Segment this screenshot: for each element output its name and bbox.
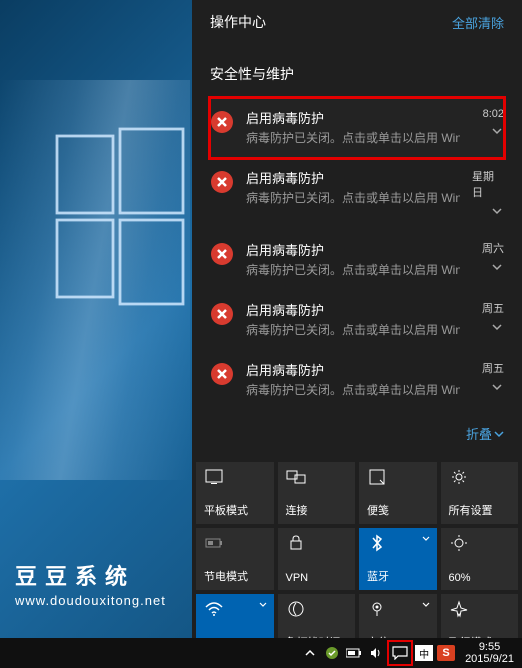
collapse-button[interactable]: 折叠 [466, 427, 504, 442]
chevron-down-icon[interactable] [490, 320, 504, 334]
vpn-icon [286, 534, 306, 552]
location-icon [367, 600, 387, 618]
notification-body: 启用病毒防护病毒防护已关闭。点击或单击以启用 Win [246, 300, 460, 338]
notification-title: 启用病毒防护 [246, 168, 460, 187]
chevron-down-icon[interactable] [490, 124, 504, 138]
wifi-icon [204, 600, 224, 618]
chevron-down-icon [421, 534, 431, 544]
notification-item[interactable]: 启用病毒防护病毒防护已关闭。点击或单击以启用 Win 周六 [210, 230, 504, 290]
notification-item[interactable]: 启用病毒防护病毒防护已关闭。点击或单击以启用 Win 8:02 [210, 98, 504, 158]
notification-body: 启用病毒防护病毒防护已关闭。点击或单击以启用 Win [246, 168, 460, 206]
notification-time: 星期日 [472, 168, 504, 200]
notification-time: 周六 [482, 240, 504, 256]
error-icon [210, 362, 234, 386]
notification-desc: 病毒防护已关闭。点击或单击以启用 Win [246, 381, 460, 398]
quick-action-label: 便笺 [367, 502, 429, 518]
notification-title: 启用病毒防护 [246, 360, 460, 379]
tray-security-icon[interactable] [323, 644, 341, 662]
chevron-down-icon[interactable] [490, 260, 504, 274]
tray-sogou-icon[interactable]: S [437, 645, 455, 661]
notification-title: 启用病毒防护 [246, 108, 460, 127]
notification-time: 周五 [482, 300, 504, 316]
security-section: 安全性与维护 启用病毒防护病毒防护已关闭。点击或单击以启用 Win8:02启用病… [192, 44, 522, 410]
brightness-icon [449, 534, 469, 552]
chevron-down-icon [421, 600, 431, 610]
notification-meta: 周五 [472, 360, 504, 394]
settings-icon [449, 468, 469, 486]
watermark: 豆豆系统 www.doudouxitong.net [15, 559, 166, 608]
collapse-row: 折叠 [192, 410, 522, 462]
tray-ime-indicator[interactable]: 中 [415, 645, 433, 661]
chevron-down-icon [494, 429, 504, 439]
notification-item[interactable]: 启用病毒防护病毒防护已关闭。点击或单击以启用 Win 周五 [210, 350, 504, 410]
clock-date: 2015/9/21 [465, 653, 514, 665]
chevron-down-icon[interactable] [490, 204, 504, 218]
quick-action-label: VPN [286, 572, 348, 584]
quick-action-battery[interactable]: 节电模式 [196, 528, 274, 590]
notification-item[interactable]: 启用病毒防护病毒防护已关闭。点击或单击以启用 Win 周五 [210, 290, 504, 350]
notification-meta: 周五 [472, 300, 504, 334]
note-icon [367, 468, 387, 486]
notification-item[interactable]: 启用病毒防护病毒防护已关闭。点击或单击以启用 Win 星期日 [210, 158, 504, 230]
section-title: 安全性与维护 [210, 44, 504, 98]
quick-action-bluetooth[interactable]: 蓝牙 [359, 528, 437, 590]
chevron-down-icon[interactable] [490, 380, 504, 394]
error-icon [210, 242, 234, 266]
notification-desc: 病毒防护已关闭。点击或单击以启用 Win [246, 129, 460, 146]
quiet-icon [286, 600, 306, 618]
notification-time: 周五 [482, 360, 504, 376]
notification-desc: 病毒防护已关闭。点击或单击以启用 Win [246, 321, 460, 338]
airplane-icon [449, 600, 469, 618]
bluetooth-icon [367, 534, 387, 552]
tablet-icon [204, 468, 224, 486]
system-tray: 中 S 9:55 2015/9/21 [301, 641, 522, 665]
quick-action-connect[interactable]: 连接 [278, 462, 356, 524]
quick-action-label: 连接 [286, 502, 348, 518]
notification-time: 8:02 [483, 108, 504, 120]
action-center-panel: 操作中心 全部清除 安全性与维护 启用病毒防护病毒防护已关闭。点击或单击以启用 … [192, 0, 522, 638]
notification-title: 启用病毒防护 [246, 300, 460, 319]
watermark-title: 豆豆系统 [15, 559, 166, 591]
quick-action-brightness[interactable]: 60% [441, 528, 519, 590]
error-icon [210, 110, 234, 134]
quick-action-settings[interactable]: 所有设置 [441, 462, 519, 524]
clear-all-button[interactable]: 全部清除 [452, 13, 504, 32]
watermark-url: www.doudouxitong.net [15, 593, 166, 608]
chevron-down-icon [258, 600, 268, 610]
quick-action-label: 所有设置 [449, 502, 511, 518]
error-icon [210, 170, 234, 194]
notification-meta: 星期日 [472, 168, 504, 218]
quick-action-note[interactable]: 便笺 [359, 462, 437, 524]
notification-list: 启用病毒防护病毒防护已关闭。点击或单击以启用 Win8:02启用病毒防护病毒防护… [210, 98, 504, 410]
quick-action-label: 60% [449, 572, 511, 584]
quick-action-label: 平板模式 [204, 502, 266, 518]
notification-body: 启用病毒防护病毒防护已关闭。点击或单击以启用 Win [246, 360, 460, 398]
notification-meta: 周六 [472, 240, 504, 274]
notification-meta: 8:02 [472, 108, 504, 138]
tray-volume-icon[interactable] [367, 644, 385, 662]
notification-body: 启用病毒防护病毒防护已关闭。点击或单击以启用 Win [246, 240, 460, 278]
notification-title: 启用病毒防护 [246, 240, 460, 259]
battery-icon [204, 534, 224, 552]
action-center-header: 操作中心 全部清除 [192, 0, 522, 44]
notification-desc: 病毒防护已关闭。点击或单击以启用 Win [246, 261, 460, 278]
connect-icon [286, 468, 306, 486]
quick-action-label: 蓝牙 [367, 568, 429, 584]
quick-action-label: 节电模式 [204, 568, 266, 584]
quick-actions-grid: 平板模式连接便笺所有设置节电模式VPN蓝牙60%免打扰时间定位飞行模式 [192, 462, 522, 660]
wallpaper-windows-logo [50, 120, 190, 320]
quick-action-vpn[interactable]: VPN [278, 528, 356, 590]
tray-battery-icon[interactable] [345, 644, 363, 662]
quick-action-tablet[interactable]: 平板模式 [196, 462, 274, 524]
notification-desc: 病毒防护已关闭。点击或单击以启用 Win [246, 189, 460, 206]
notification-body: 启用病毒防护病毒防护已关闭。点击或单击以启用 Win [246, 108, 460, 146]
tray-chevron-up-icon[interactable] [301, 644, 319, 662]
tray-action-center-icon[interactable] [389, 642, 411, 664]
action-center-title: 操作中心 [210, 12, 266, 32]
taskbar[interactable]: 中 S 9:55 2015/9/21 [0, 638, 522, 668]
error-icon [210, 302, 234, 326]
tray-clock[interactable]: 9:55 2015/9/21 [459, 641, 520, 665]
clock-time: 9:55 [465, 641, 514, 653]
